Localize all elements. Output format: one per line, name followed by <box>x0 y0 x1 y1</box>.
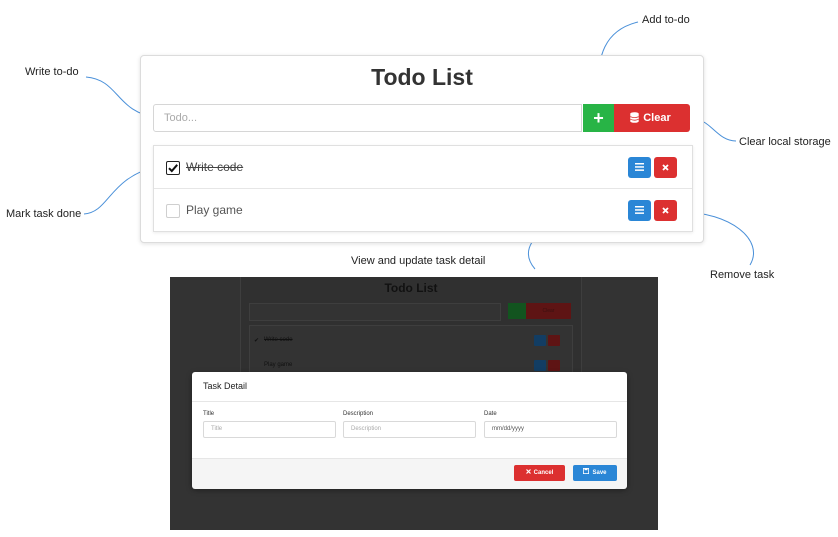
view-task-button[interactable] <box>628 157 651 178</box>
list-icon <box>635 163 644 171</box>
dimmed-clear-button: Clear <box>526 303 571 319</box>
database-icon <box>630 112 639 123</box>
title-label: Title <box>203 411 215 417</box>
cancel-label: Cancel <box>533 470 554 476</box>
modal-header: Task Detail <box>192 372 627 402</box>
dimmed-remove-button <box>548 360 560 371</box>
annotation-add-todo: Add to-do <box>642 14 690 26</box>
annotation-remove-task: Remove task <box>710 269 775 281</box>
save-label: Save <box>592 470 607 476</box>
task-label: Write code <box>186 160 244 174</box>
save-icon <box>583 468 590 474</box>
todo-input[interactable]: Todo... <box>153 104 582 132</box>
check-icon <box>168 164 178 173</box>
dimmed-add-button <box>508 303 526 319</box>
dimmed-check-icon: ✔ <box>254 338 260 344</box>
app-title: Todo List <box>371 64 473 90</box>
times-icon <box>525 469 531 474</box>
dimmed-task-label: Play game <box>264 362 293 368</box>
times-icon <box>662 164 669 171</box>
title-field[interactable]: Title <box>203 421 336 438</box>
cancel-button[interactable]: Cancel <box>514 465 565 481</box>
task-checkbox[interactable] <box>166 161 180 175</box>
dimmed-task-label: Write code <box>264 337 293 343</box>
clear-button[interactable]: Clear <box>614 104 690 132</box>
task-list: Write code Play game <box>153 145 693 232</box>
annotation-write-todo: Write to-do <box>25 66 79 78</box>
annotation-clear-storage: Clear local storage <box>739 136 831 148</box>
annotation-mark-done: Mark task done <box>6 208 82 220</box>
task-row: Play game <box>154 188 692 231</box>
dimmed-view-button <box>534 335 546 346</box>
date-field[interactable]: mm/dd/yyyy <box>484 421 617 438</box>
task-label: Play game <box>186 203 243 217</box>
dimmed-todo-input <box>249 303 501 321</box>
view-task-button[interactable] <box>628 200 651 221</box>
add-todo-button[interactable]: + <box>583 104 614 132</box>
save-button[interactable]: Save <box>573 465 617 481</box>
modal-title: Task Detail <box>203 381 248 391</box>
remove-task-button[interactable] <box>654 200 677 221</box>
task-detail-modal: Task Detail Title Title Description Desc… <box>192 372 627 489</box>
times-icon <box>662 207 669 214</box>
dimmed-view-button <box>534 360 546 371</box>
description-field[interactable]: Description <box>343 421 476 438</box>
modal-footer: Cancel Save <box>192 458 627 489</box>
dimmed-app-title: Todo List <box>384 281 438 295</box>
task-detail-screenshot: Todo List Clear ✔ Write code Play game T… <box>170 277 658 530</box>
todo-card: Todo List Todo... + Clear Write code Pla… <box>140 55 704 243</box>
annotation-view-update: View and update task detail <box>351 255 486 267</box>
date-label: Date <box>484 411 497 417</box>
list-icon <box>635 206 644 214</box>
task-checkbox[interactable] <box>166 204 180 218</box>
clear-label: Clear <box>643 112 671 124</box>
task-row: Write code <box>154 146 692 188</box>
remove-task-button[interactable] <box>654 157 677 178</box>
description-label: Description <box>343 411 374 417</box>
dimmed-remove-button <box>548 335 560 346</box>
